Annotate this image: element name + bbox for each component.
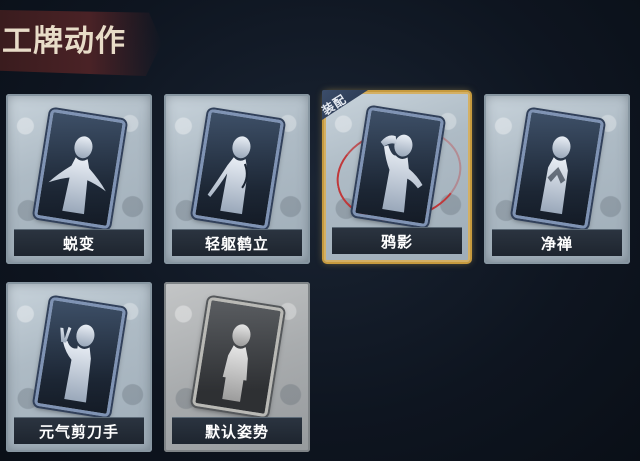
pose-card-4[interactable]: 净禅	[484, 94, 630, 264]
page-title: 工牌动作	[2, 24, 126, 59]
pose-card-2[interactable]: 轻躯鹤立	[164, 94, 310, 264]
card-label: 净禅	[540, 234, 573, 253]
pose-card-3[interactable]: 装配 鸦影	[320, 90, 471, 262]
pose-card-1[interactable]: 蜕变	[6, 94, 152, 264]
pose-card-6[interactable]: 默认姿势	[164, 282, 310, 452]
card-label: 元气剪刀手	[38, 422, 119, 441]
card-name-bar: 蜕变	[14, 229, 144, 256]
card-label: 鸦影	[380, 232, 413, 251]
card-label: 默认姿势	[204, 422, 269, 441]
card-name-bar: 元气剪刀手	[14, 417, 144, 444]
card-name-bar: 净禅	[492, 229, 622, 256]
card-label: 蜕变	[62, 234, 95, 253]
card-name-bar: 默认姿势	[172, 417, 302, 444]
card-label: 轻躯鹤立	[204, 234, 269, 253]
card-name-bar: 轻躯鹤立	[172, 229, 302, 256]
card-name-bar: 鸦影	[332, 227, 462, 254]
pose-card-5[interactable]: 元气剪刀手	[6, 282, 152, 452]
